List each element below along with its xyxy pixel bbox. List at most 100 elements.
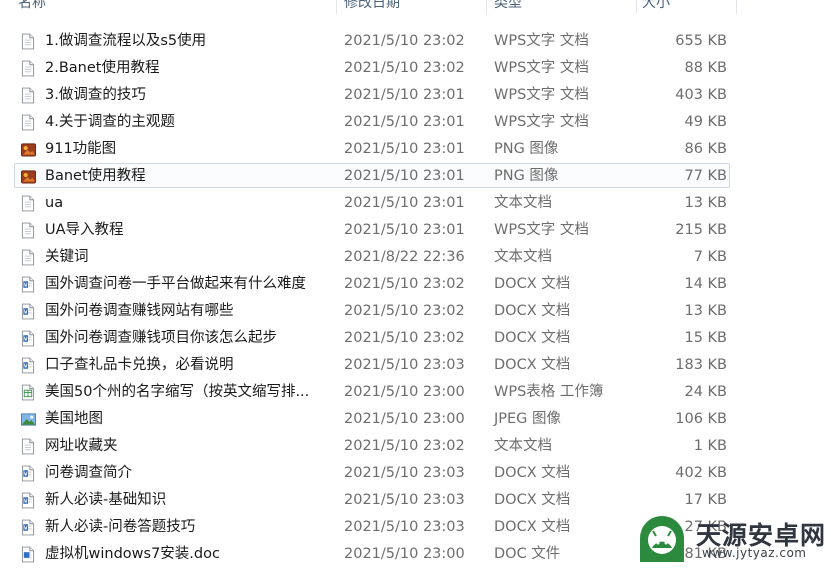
file-name: 关键词: [45, 249, 89, 265]
column-divider[interactable]: [736, 0, 737, 14]
file-size: 14 KB: [684, 276, 727, 292]
wps-document-icon: [21, 60, 35, 77]
png-image-icon: [21, 141, 36, 158]
file-size: 13 KB: [684, 303, 727, 319]
file-row[interactable]: 1.做调查流程以及s5使用 2021/5/10 23:02 WPS文字 文档 655 …: [14, 28, 730, 53]
file-type: WPS文字 文档: [494, 114, 589, 130]
file-type: PNG 图像: [494, 141, 559, 157]
file-modified-date: 2021/5/10 23:02: [344, 276, 465, 292]
file-name: 3.做调查的技巧: [45, 87, 146, 103]
file-type: DOCX 文档: [494, 303, 571, 319]
column-header-type[interactable]: 类型: [494, 0, 522, 12]
file-type: WPS文字 文档: [494, 33, 589, 49]
file-row[interactable]: 911功能图 2021/5/10 23:01 PNG 图像 86 KB: [14, 136, 730, 161]
column-divider[interactable]: [486, 0, 487, 14]
file-size: 77 KB: [684, 168, 727, 184]
column-divider[interactable]: [336, 0, 337, 14]
file-modified-date: 2021/5/10 23:01: [344, 114, 465, 130]
file-size: 13 KB: [684, 195, 727, 211]
column-header-bar: 名称 修改日期 类型 大小: [0, 0, 831, 14]
file-name: 美国地图: [45, 411, 103, 427]
text-file-icon: [21, 438, 35, 455]
file-type: DOC 文件: [494, 546, 561, 562]
file-size: 88 KB: [684, 60, 727, 76]
file-row[interactable]: 新人必读-问卷答题技巧 2021/5/10 23:03 DOCX 文档 27 KB: [14, 514, 730, 539]
file-name: 国外调查问卷一手平台做起来有什么难度: [45, 276, 306, 292]
file-name: 国外问卷调查赚钱网站有哪些: [45, 303, 234, 319]
file-modified-date: 2021/5/10 23:00: [344, 546, 465, 562]
file-type: DOCX 文档: [494, 276, 571, 292]
file-row[interactable]: 新人必读-基础知识 2021/5/10 23:03 DOCX 文档 17 KB: [14, 487, 730, 512]
file-type: DOCX 文档: [494, 465, 571, 481]
file-size: 106 KB: [675, 411, 727, 427]
column-header-name[interactable]: 名称: [18, 0, 46, 12]
file-type: WPS文字 文档: [494, 60, 589, 76]
file-name: 问卷调查简介: [45, 465, 132, 481]
file-row[interactable]: 网址收藏夹 2021/5/10 23:02 文本文档 1 KB: [14, 433, 730, 458]
file-type: DOCX 文档: [494, 519, 571, 535]
file-modified-date: 2021/5/10 23:00: [344, 384, 465, 400]
file-row[interactable]: 关键词 2021/8/22 22:36 文本文档 7 KB: [14, 244, 730, 269]
file-modified-date: 2021/5/10 23:02: [344, 60, 465, 76]
file-type: WPS文字 文档: [494, 87, 589, 103]
wps-document-icon: [21, 114, 35, 131]
file-size: 183 KB: [675, 357, 727, 373]
file-row[interactable]: 问卷调查简介 2021/5/10 23:03 DOCX 文档 402 KB: [14, 460, 730, 485]
png-image-icon: [21, 168, 36, 185]
file-modified-date: 2021/5/10 23:02: [344, 438, 465, 454]
file-row[interactable]: 美国50个州的名字缩写（按英文缩写排... 2021/5/10 23:00 WPS表…: [14, 379, 730, 404]
file-modified-date: 2021/5/10 23:01: [344, 168, 465, 184]
file-row[interactable]: 4.关于调查的主观题 2021/5/10 23:01 WPS文字 文档 49 KB: [14, 109, 730, 134]
file-name: 新人必读-基础知识: [45, 492, 167, 508]
file-type: DOCX 文档: [494, 330, 571, 346]
file-row[interactable]: 国外调查问卷一手平台做起来有什么难度 2021/5/10 23:02 DOCX 文档…: [14, 271, 730, 296]
text-file-icon: [21, 195, 35, 212]
file-type: PNG 图像: [494, 168, 559, 184]
file-row[interactable]: Banet使用教程 2021/5/10 23:01 PNG 图像 77 KB: [14, 163, 730, 188]
file-name: 口子查礼品卡兑换，必看说明: [45, 357, 234, 373]
file-name: 美国50个州的名字缩写（按英文缩写排...: [45, 384, 310, 400]
column-header-date[interactable]: 修改日期: [344, 0, 400, 12]
file-name: 4.关于调查的主观题: [45, 114, 175, 130]
file-name: ua: [45, 195, 64, 211]
file-row[interactable]: 美国地图 2021/5/10 23:00 JPEG 图像 106 KB: [14, 406, 730, 431]
android-logo-icon: [640, 516, 684, 562]
file-modified-date: 2021/5/10 23:03: [344, 465, 465, 481]
file-row[interactable]: 口子查礼品卡兑换，必看说明 2021/5/10 23:03 DOCX 文档 183 K…: [14, 352, 730, 377]
file-size: 24 KB: [684, 384, 727, 400]
text-file-icon: [21, 249, 35, 266]
file-modified-date: 2021/5/10 23:01: [344, 222, 465, 238]
file-row[interactable]: UA导入教程 2021/5/10 23:01 WPS文字 文档 215 KB: [14, 217, 730, 242]
file-row[interactable]: 国外问卷调查赚钱项目你该怎么起步 2021/5/10 23:02 DOCX 文档 15…: [14, 325, 730, 350]
file-size: 15 KB: [684, 330, 727, 346]
file-size: 7 KB: [693, 249, 727, 265]
docx-document-icon: [21, 519, 35, 536]
file-type: WPS文字 文档: [494, 222, 589, 238]
watermark-url: www.jytyaz.com: [702, 546, 807, 560]
doc-file-icon: [21, 546, 35, 563]
file-row[interactable]: 2.Banet使用教程 2021/5/10 23:02 WPS文字 文档 88 KB: [14, 55, 730, 80]
file-row[interactable]: 3.做调查的技巧 2021/5/10 23:01 WPS文字 文档 403 KB: [14, 82, 730, 107]
wps-document-icon: [21, 33, 35, 50]
file-modified-date: 2021/5/10 23:00: [344, 411, 465, 427]
file-row[interactable]: 国外问卷调查赚钱网站有哪些 2021/5/10 23:02 DOCX 文档 13 KB: [14, 298, 730, 323]
file-name: Banet使用教程: [45, 168, 146, 184]
file-row[interactable]: 虚拟机windows7安装.doc 2021/5/10 23:00 DOC 文件 81…: [14, 541, 730, 566]
file-type: WPS表格 工作簿: [494, 384, 604, 400]
file-size: 86 KB: [684, 141, 727, 157]
file-name: 虚拟机windows7安装.doc: [45, 546, 220, 562]
docx-document-icon: [21, 357, 35, 374]
file-modified-date: 2021/5/10 23:02: [344, 33, 465, 49]
file-size: 1 KB: [693, 438, 727, 454]
docx-document-icon: [21, 303, 35, 320]
docx-document-icon: [21, 276, 35, 293]
file-size: 402 KB: [675, 465, 727, 481]
file-name: 1.做调查流程以及s5使用: [45, 33, 207, 49]
file-name: 国外问卷调查赚钱项目你该怎么起步: [45, 330, 277, 346]
docx-document-icon: [21, 330, 35, 347]
file-row[interactable]: ua 2021/5/10 23:01 文本文档 13 KB: [14, 190, 730, 215]
column-divider[interactable]: [636, 0, 637, 14]
file-type: 文本文档: [494, 195, 552, 211]
file-type: DOCX 文档: [494, 492, 571, 508]
column-header-size[interactable]: 大小: [642, 0, 670, 12]
